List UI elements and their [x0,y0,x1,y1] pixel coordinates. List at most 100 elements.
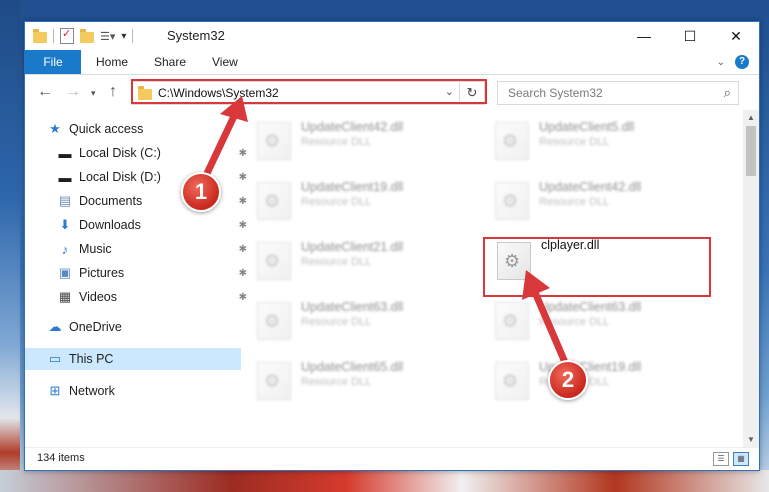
help-icon[interactable]: ? [735,55,749,69]
chevron-down-icon[interactable]: ⌄ [445,85,454,98]
search-box[interactable]: ⌕ [497,81,739,105]
sidebar-item-label: OneDrive [69,320,122,334]
sidebar-item-label: Music [79,242,112,256]
sidebar-item-onedrive[interactable]: ☁ OneDrive [25,316,241,338]
navigation-bar: ← → ▾ ↑ C:\Windows\System32 ⌄ ↻ ⌕ [25,75,759,109]
properties-icon[interactable] [60,27,74,44]
tab-home[interactable]: Home [96,55,128,69]
sidebar-item-music[interactable]: ♪ Music ✱ [25,238,251,260]
drive-icon: ▬ [58,145,72,161]
annotation-arrow-2 [522,270,568,364]
maximize-button[interactable]: ☐ [667,22,713,50]
onedrive-icon: ☁ [48,319,62,334]
drive-icon: ▬ [58,169,72,185]
sidebar-item-network[interactable]: ⊞ Network [25,380,241,402]
file-description: Resource DLL [301,256,372,268]
folder-icon [33,28,47,43]
sidebar-item-pictures[interactable]: ▣ Pictures ✱ [25,262,251,284]
star-icon: ★ [49,121,61,136]
file-item[interactable]: UpdateClient42.dll Resource DLL [245,114,465,166]
videos-icon: ▦ [58,289,72,304]
file-description: Resource DLL [301,196,372,208]
divider [53,29,54,43]
item-count: 134 items [37,452,85,464]
new-folder-icon[interactable] [80,28,94,43]
file-name: UpdateClient19.dll [301,180,404,194]
file-name: UpdateClient63.dll [301,300,404,314]
network-icon: ⊞ [49,383,61,398]
back-arrow-icon[interactable]: ← [37,83,53,101]
customize-toolbar-icon[interactable]: ☰▾ [100,30,115,43]
documents-icon: ▤ [58,193,72,208]
dll-file-icon [495,182,529,220]
window-title: System32 [167,28,225,43]
scroll-thumb[interactable] [746,126,756,176]
dll-file-icon [495,122,529,160]
tab-file[interactable]: File [25,50,81,74]
file-item[interactable]: UpdateClient65.dll Resource DLL [245,354,465,406]
pictures-icon: ▣ [58,265,72,280]
large-icons-view-icon[interactable]: ▦ [733,452,749,466]
sidebar-item-downloads[interactable]: ⬇ Downloads ✱ [25,214,251,236]
file-description: Resource DLL [301,376,372,388]
file-item[interactable]: UpdateClient21.dll Resource DLL [245,234,465,286]
computer-icon: ▭ [48,351,62,366]
minimize-button[interactable]: — [621,22,667,50]
recent-locations-icon[interactable]: ▾ [91,88,96,99]
file-name: UpdateClient42.dll [301,120,404,134]
dll-file-icon [257,242,291,280]
close-button[interactable]: ✕ [713,22,759,50]
title-bar: ☰▾ ▾ System32 — ☐ ✕ [25,22,759,50]
ribbon-tabs: File Home Share View ⌄ ? [25,50,759,75]
desktop-bottom [0,470,769,492]
sidebar-item-videos[interactable]: ▦ Videos ✱ [25,286,251,308]
expand-ribbon-icon[interactable]: ⌄ [717,57,725,68]
dropdown-icon[interactable]: ▾ [121,31,126,42]
vertical-scrollbar[interactable]: ▲ ▼ [743,110,759,448]
step-2-badge: 2 [548,360,588,400]
sidebar-item-label: Quick access [69,122,144,136]
dll-file-icon [257,182,291,220]
dll-file-icon [257,362,291,400]
file-description: Resource DLL [301,136,372,148]
sidebar-item-label: Local Disk (C:) [79,146,161,160]
dll-file-icon [257,122,291,160]
sidebar-item-label: Videos [79,290,117,304]
sidebar-item-label: Pictures [79,266,125,280]
search-icon: ⌕ [723,85,731,100]
sidebar-item-label: Documents [79,194,143,208]
scroll-down-icon[interactable]: ▼ [743,432,759,448]
sidebar-item-label: Network [69,384,115,398]
sidebar-item-this-pc[interactable]: ▭ This PC [25,348,241,370]
file-explorer-window: ☰▾ ▾ System32 — ☐ ✕ File Home Share View… [24,21,760,471]
file-item[interactable]: UpdateClient42.dll Resource DLL [483,174,703,226]
folder-icon [138,85,152,100]
details-view-icon[interactable]: ☰ [713,452,729,466]
file-description: Resource DLL [539,196,610,208]
sidebar-item-label: Downloads [79,218,141,232]
sidebar-item-label: This PC [69,352,114,366]
file-description: Resource DLL [301,316,372,328]
file-name: UpdateClient5.dll [539,120,635,134]
file-name: UpdateClient42.dll [539,180,642,194]
refresh-icon[interactable]: ↻ [459,82,484,104]
status-bar: 134 items ☰ ▦ [25,447,759,470]
search-input[interactable] [506,85,710,101]
forward-arrow-icon[interactable]: → [65,83,81,101]
file-item[interactable]: UpdateClient19.dll Resource DLL [245,174,465,226]
music-icon: ♪ [61,241,69,257]
tab-share[interactable]: Share [154,55,186,69]
file-description: Resource DLL [539,136,610,148]
file-name: UpdateClient21.dll [301,240,404,254]
divider [132,29,134,43]
up-arrow-icon[interactable]: ↑ [109,83,117,101]
scroll-up-icon[interactable]: ▲ [743,110,759,126]
step-1-badge: 1 [181,172,221,212]
dll-file-icon [257,302,291,340]
quick-access-toolbar: ☰▾ ▾ [33,27,134,44]
downloads-icon: ⬇ [59,217,71,232]
file-item[interactable]: UpdateClient63.dll Resource DLL [245,294,465,346]
file-name: UpdateClient65.dll [301,360,404,374]
file-item[interactable]: UpdateClient5.dll Resource DLL [483,114,703,166]
tab-view[interactable]: View [212,55,238,69]
